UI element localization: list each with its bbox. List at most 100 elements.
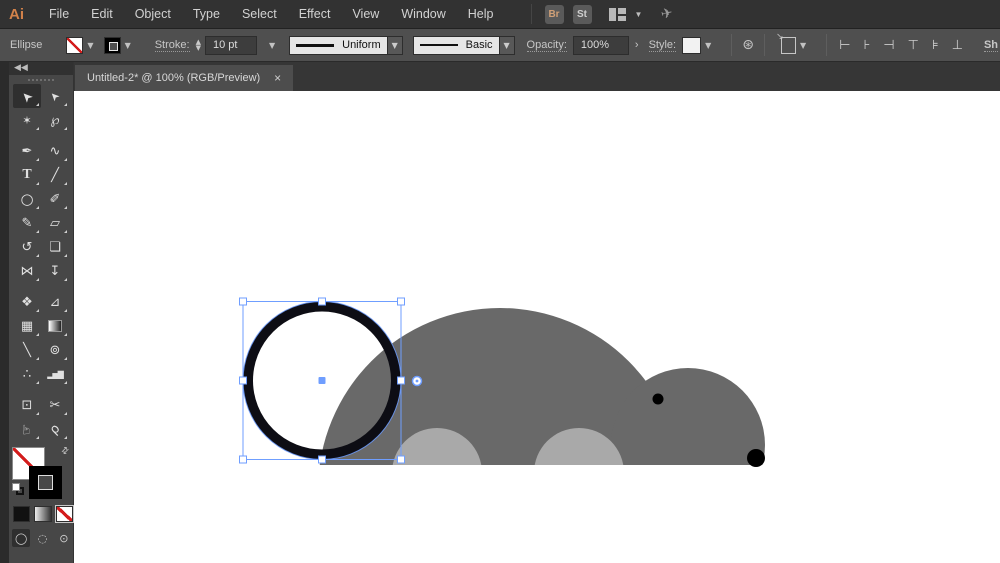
selection-handle[interactable] bbox=[239, 376, 247, 385]
align-right-icon[interactable]: ⊣ bbox=[883, 38, 894, 53]
artboard-tool[interactable]: ⊡ bbox=[13, 393, 41, 417]
document-setup-icon[interactable] bbox=[776, 31, 796, 54]
stroke-color-swatch[interactable] bbox=[103, 36, 121, 54]
pen-tool[interactable]: ✒ bbox=[13, 139, 41, 163]
menu-help[interactable]: Help bbox=[457, 0, 505, 29]
eraser-tool[interactable]: ▱ bbox=[41, 211, 69, 235]
canvas[interactable] bbox=[74, 91, 1000, 563]
opacity-more-icon[interactable]: › bbox=[635, 39, 639, 51]
curvature-tool[interactable]: ∿ bbox=[41, 139, 69, 163]
shape-label[interactable]: Sh bbox=[983, 39, 998, 52]
draw-inside-button[interactable]: ⊙ bbox=[55, 529, 73, 547]
paintbrush-tool[interactable]: ✐ bbox=[41, 187, 69, 211]
fill-chevron-icon[interactable]: ▼ bbox=[87, 41, 93, 50]
menu-select[interactable]: Select bbox=[231, 0, 288, 29]
selection-handle[interactable] bbox=[239, 455, 247, 464]
symbol-sprayer-tool[interactable]: ∴ bbox=[13, 362, 41, 386]
mouse-foot-left-shape[interactable] bbox=[392, 428, 482, 518]
selection-tool[interactable]: ➤ bbox=[13, 84, 41, 108]
menu-object[interactable]: Object bbox=[124, 0, 182, 29]
opacity-value[interactable]: 100% bbox=[572, 35, 629, 55]
recolor-artwork-icon[interactable]: ⊛ bbox=[742, 37, 754, 53]
shape-builder-tool[interactable]: ❖ bbox=[13, 290, 41, 314]
align-horizontal-center-icon[interactable]: ⊦ bbox=[863, 38, 870, 53]
selection-handle[interactable] bbox=[397, 455, 405, 464]
document-setup-chevron-icon[interactable]: ▼ bbox=[800, 41, 806, 50]
align-vertical-center-icon[interactable]: ⊧ bbox=[932, 38, 939, 53]
type-tool[interactable]: T bbox=[13, 163, 41, 187]
stepper-down-icon[interactable]: ▼ bbox=[196, 45, 201, 52]
workspace-chevron-icon[interactable]: ▼ bbox=[635, 10, 643, 19]
magic-wand-tool[interactable]: ✶ bbox=[13, 108, 41, 132]
stroke-chevron-icon[interactable]: ▼ bbox=[125, 41, 131, 50]
menu-effect[interactable]: Effect bbox=[288, 0, 342, 29]
style-label[interactable]: Style: bbox=[648, 39, 677, 52]
menu-window[interactable]: Window bbox=[390, 0, 456, 29]
tab-close-icon[interactable]: × bbox=[274, 71, 281, 85]
toolbar-collapse-button[interactable]: ◀◀ bbox=[9, 62, 73, 75]
selection-handle[interactable] bbox=[318, 297, 326, 306]
draw-normal-button[interactable]: ◯ bbox=[12, 529, 31, 547]
direct-selection-tool[interactable]: ➤ bbox=[41, 84, 69, 108]
column-graph-tool[interactable]: ▂▅▇ bbox=[41, 362, 69, 386]
center-point-widget[interactable] bbox=[318, 377, 326, 384]
stroke-weight-label[interactable]: Stroke: bbox=[154, 39, 190, 52]
eyedropper-tool[interactable]: ╲ bbox=[13, 338, 41, 362]
gradient-button[interactable] bbox=[34, 506, 52, 522]
draw-behind-button[interactable]: ◌ bbox=[33, 529, 51, 547]
selection-handle[interactable] bbox=[397, 297, 405, 306]
align-bottom-icon[interactable]: ⊥ bbox=[952, 38, 963, 53]
style-chevron-icon[interactable]: ▼ bbox=[705, 41, 711, 50]
zoom-tool[interactable]: ρ bbox=[41, 417, 69, 441]
shaper-tool[interactable]: ✎ bbox=[13, 211, 41, 235]
document-tab[interactable]: Untitled-2* @ 100% (RGB/Preview) × bbox=[75, 65, 294, 91]
menu-type[interactable]: Type bbox=[182, 0, 231, 29]
default-fill-stroke-icon[interactable] bbox=[12, 483, 24, 495]
gradient-tool[interactable] bbox=[41, 314, 69, 338]
blend-tool[interactable]: ⊚ bbox=[41, 338, 69, 362]
mouse-head-shape[interactable] bbox=[611, 368, 765, 522]
workspace-switcher-icon[interactable] bbox=[608, 7, 626, 21]
line-segment-tool[interactable]: ╱ bbox=[41, 163, 69, 187]
align-top-icon[interactable]: ⊤ bbox=[908, 38, 919, 53]
color-button[interactable] bbox=[13, 506, 31, 522]
menu-edit[interactable]: Edit bbox=[80, 0, 124, 29]
width-tool[interactable]: ⋈ bbox=[13, 259, 41, 283]
brush-chevron-icon[interactable]: ▼ bbox=[499, 35, 515, 55]
menu-file[interactable]: File bbox=[38, 0, 80, 29]
align-left-icon[interactable]: ⊢ bbox=[839, 38, 850, 53]
none-button[interactable] bbox=[54, 505, 75, 523]
scale-tool[interactable]: ❏ bbox=[41, 235, 69, 259]
toolbar-grip[interactable] bbox=[9, 75, 73, 84]
slice-tool[interactable]: ✂ bbox=[41, 393, 69, 417]
swap-fill-stroke-icon[interactable]: ⇄ bbox=[60, 445, 72, 457]
bridge-button[interactable]: Br bbox=[544, 4, 564, 24]
hand-tool[interactable]: ☞ bbox=[13, 417, 41, 441]
gpu-performance-icon[interactable]: ✈ bbox=[660, 5, 675, 23]
opacity-label[interactable]: Opacity: bbox=[526, 39, 567, 52]
selection-handle[interactable] bbox=[239, 297, 247, 306]
menu-view[interactable]: View bbox=[341, 0, 390, 29]
selection-handle[interactable] bbox=[318, 455, 326, 464]
ellipse-tool[interactable]: ○ bbox=[13, 187, 41, 211]
mouse-nose-dot[interactable] bbox=[747, 449, 765, 467]
stroke-weight-stepper[interactable]: ▲ ▼ bbox=[196, 39, 201, 52]
mouse-eye-dot[interactable] bbox=[652, 393, 664, 405]
rotate-tool[interactable]: ↺ bbox=[13, 235, 41, 259]
fill-color-swatch[interactable] bbox=[66, 36, 84, 54]
stock-button[interactable]: St bbox=[572, 4, 592, 24]
style-swatch[interactable] bbox=[682, 36, 702, 54]
active-tool-label: Ellipse bbox=[10, 39, 43, 51]
stroke-weight-chevron-icon[interactable]: ▼ bbox=[269, 41, 275, 50]
brush-definition-dropdown[interactable]: Basic bbox=[412, 35, 500, 55]
stroke-proxy-swatch[interactable] bbox=[29, 466, 62, 499]
perspective-grid-tool[interactable]: ⊿ bbox=[41, 290, 69, 314]
lasso-tool[interactable]: ℘ bbox=[41, 108, 69, 132]
selection-handle[interactable] bbox=[397, 376, 405, 385]
mesh-tool[interactable]: ▦ bbox=[13, 314, 41, 338]
width-profile-chevron-icon[interactable]: ▼ bbox=[387, 35, 403, 55]
stroke-weight-value[interactable]: 10 pt bbox=[204, 35, 257, 55]
puppet-warp-tool[interactable]: ↧ bbox=[41, 259, 69, 283]
variable-width-profile-dropdown[interactable]: Uniform bbox=[289, 35, 388, 55]
mouse-foot-right-shape[interactable] bbox=[534, 428, 624, 518]
